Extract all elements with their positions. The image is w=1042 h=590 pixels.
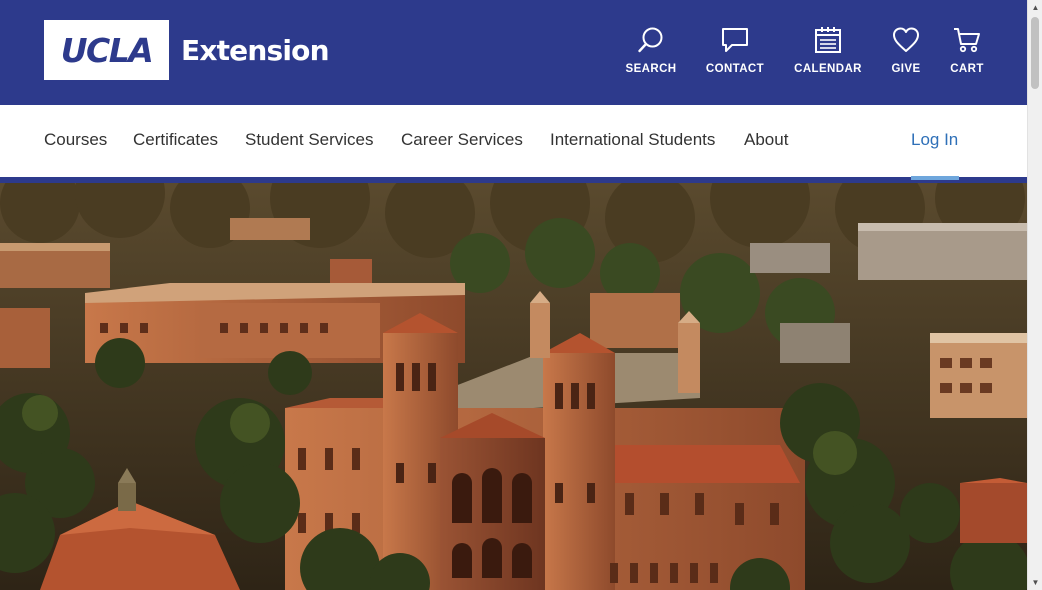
nav-item-certificates[interactable]: Certificates <box>133 130 218 150</box>
logo-ucla-text: UCLA <box>60 30 154 70</box>
calendar-label: CALENDAR <box>794 63 862 75</box>
scroll-up-arrow-icon[interactable]: ▲ <box>1028 0 1042 15</box>
give-label: GIVE <box>891 63 921 75</box>
top-header: UCLA Extension SEARCH CONTACT CALENDAR G… <box>0 0 1027 105</box>
search-button[interactable]: SEARCH <box>626 26 676 75</box>
login-active-underline <box>911 176 959 180</box>
page: UCLA Extension SEARCH CONTACT CALENDAR G… <box>0 0 1042 590</box>
cart-button[interactable]: CART <box>950 26 984 75</box>
cart-icon <box>954 28 980 53</box>
search-icon <box>638 27 663 53</box>
nav-item-international-students[interactable]: International Students <box>550 130 715 150</box>
contact-button[interactable]: CONTACT <box>705 26 765 75</box>
login-link[interactable]: Log In <box>911 130 958 150</box>
calendar-button[interactable]: CALENDAR <box>794 26 862 75</box>
page-scrollbar[interactable]: ▲ ▼ <box>1027 0 1042 590</box>
hero-campus-image <box>0 183 1027 590</box>
scroll-down-arrow-icon[interactable]: ▼ <box>1028 575 1042 590</box>
ucla-extension-logo[interactable]: UCLA Extension <box>44 20 330 80</box>
main-nav: Courses Certificates Student Services Ca… <box>0 105 1027 177</box>
heart-icon <box>893 27 919 52</box>
chat-icon <box>722 28 748 52</box>
nav-item-courses[interactable]: Courses <box>44 130 107 150</box>
give-button[interactable]: GIVE <box>889 26 923 75</box>
campus-aerial-illustration <box>0 183 1027 590</box>
ucla-logo-box: UCLA <box>44 20 169 80</box>
nav-item-student-services[interactable]: Student Services <box>245 130 374 150</box>
cart-label: CART <box>950 63 984 75</box>
contact-label: CONTACT <box>705 63 765 75</box>
scroll-thumb[interactable] <box>1031 17 1039 89</box>
nav-item-about[interactable]: About <box>744 130 788 150</box>
logo-extension-text: Extension <box>181 33 330 67</box>
nav-item-career-services[interactable]: Career Services <box>401 130 523 150</box>
calendar-icon <box>815 27 841 53</box>
search-label: SEARCH <box>625 63 677 75</box>
